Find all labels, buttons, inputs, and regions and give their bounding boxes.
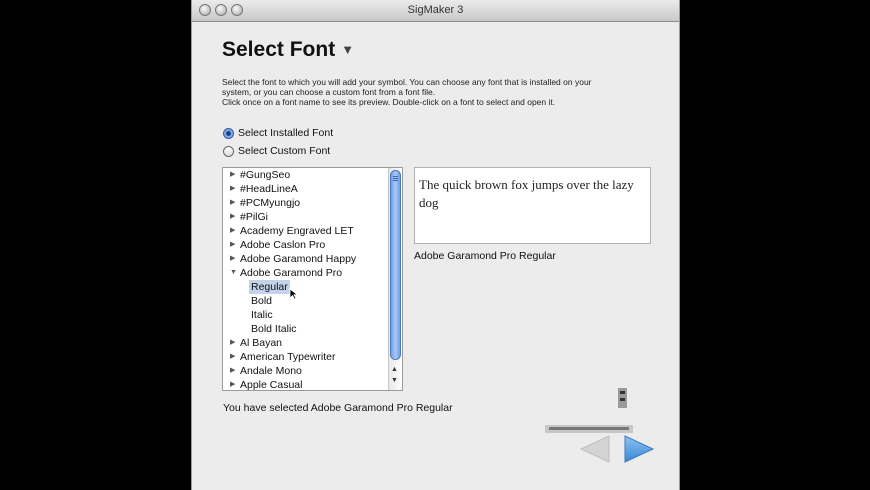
- custom-font-radio[interactable]: [223, 145, 234, 157]
- font-preview-box: The quick brown fox jumps over the lazy …: [414, 167, 651, 244]
- artifact-mark: [618, 388, 627, 408]
- font-family-item[interactable]: ▶ #PCMyungjo: [223, 196, 389, 210]
- selection-status: You have selected Adobe Garamond Pro Reg…: [223, 402, 453, 414]
- font-style-item[interactable]: Regular: [223, 280, 389, 294]
- scrollbar-thumb[interactable]: [390, 170, 401, 360]
- font-item-label: Adobe Garamond Happy: [240, 253, 357, 265]
- disclosure-closed-icon[interactable]: ▶: [230, 182, 235, 196]
- triangle-down-icon[interactable]: ▼: [341, 42, 354, 57]
- page-title: Select Font: [222, 38, 336, 61]
- font-list-rows: ▶ #GungSeo ▶ #HeadLineA ▶ #PCMyungjo ▶ #PilGi ▶ A…: [223, 168, 389, 391]
- font-item-label: Italic: [251, 309, 273, 321]
- custom-font-label: Select Custom Font: [238, 145, 331, 157]
- font-item-label: Bold: [251, 295, 273, 307]
- disclosure-closed-icon[interactable]: ▶: [230, 210, 235, 224]
- installed-font-radio[interactable]: [223, 127, 234, 139]
- font-family-item[interactable]: ▶ #GungSeo: [223, 168, 389, 182]
- preview-font-name: Adobe Garamond Pro Regular: [414, 250, 556, 262]
- font-family-item[interactable]: ▶ Andale Mono: [223, 364, 389, 378]
- font-family-item[interactable]: ▶ Al Bayan: [223, 336, 389, 350]
- mouse-pointer-icon: [289, 288, 299, 300]
- font-family-item[interactable]: ▶ Apple Casual: [223, 378, 389, 391]
- font-item-label: Adobe Garamond Pro: [240, 267, 343, 279]
- window-title: SigMaker 3: [407, 4, 464, 16]
- arrow-right-icon[interactable]: [622, 434, 656, 464]
- font-family-item[interactable]: ▶ #PilGi: [223, 210, 389, 224]
- font-style-item[interactable]: Bold: [223, 294, 389, 308]
- scroll-down-icon[interactable]: ▼: [391, 377, 398, 384]
- font-list[interactable]: ▶ #GungSeo ▶ #HeadLineA ▶ #PCMyungjo ▶ #PilGi ▶ A…: [222, 167, 403, 391]
- font-style-item[interactable]: Italic: [223, 308, 389, 322]
- disclosure-closed-icon[interactable]: ▶: [230, 168, 235, 182]
- artifact-label-blur: [545, 425, 633, 433]
- instructions-line-3: Click once on a font name to see its pre…: [222, 97, 556, 107]
- disclosure-closed-icon[interactable]: ▶: [230, 238, 235, 252]
- font-item-label: American Typewriter: [240, 351, 336, 363]
- disclosure-closed-icon[interactable]: ▶: [230, 196, 235, 210]
- font-style-item[interactable]: Bold Italic: [223, 322, 389, 336]
- custom-font-option[interactable]: Select Custom Font: [223, 144, 330, 158]
- font-family-item[interactable]: ▶ American Typewriter: [223, 350, 389, 364]
- font-family-item[interactable]: ▶ Academy Engraved LET: [223, 224, 389, 238]
- preview-sample-text: The quick brown fox jumps over the lazy …: [419, 177, 634, 210]
- font-item-label: #PilGi: [240, 211, 269, 223]
- font-item-label: Regular: [249, 280, 290, 294]
- font-item-label: Andale Mono: [240, 365, 302, 377]
- disclosure-closed-icon[interactable]: ▶: [230, 378, 235, 390]
- font-item-label: #HeadLineA: [240, 183, 298, 195]
- disclosure-closed-icon[interactable]: ▶: [230, 364, 235, 378]
- installed-font-option[interactable]: Select Installed Font: [223, 126, 333, 140]
- scroll-up-icon[interactable]: ▲: [391, 366, 398, 373]
- font-list-scrollbar[interactable]: ▲ ▼: [388, 168, 402, 390]
- font-family-item[interactable]: ▶ #HeadLineA: [223, 182, 389, 196]
- sigmaker-window: SigMaker 3 Select Font ▼ Select the font …: [191, 0, 680, 490]
- font-item-label: Bold Italic: [251, 323, 297, 335]
- disclosure-closed-icon[interactable]: ▶: [230, 336, 235, 350]
- title-bar[interactable]: SigMaker 3: [192, 0, 679, 22]
- instructions-line-2: system, or you can choose a custom font …: [222, 87, 436, 97]
- disclosure-open-icon[interactable]: ▼: [230, 266, 237, 280]
- page-title-container[interactable]: Select Font ▼: [222, 38, 354, 62]
- font-family-item[interactable]: ▶ Adobe Caslon Pro: [223, 238, 389, 252]
- disclosure-closed-icon[interactable]: ▶: [230, 252, 235, 266]
- font-item-label: #GungSeo: [240, 169, 291, 181]
- font-item-label: Apple Casual: [240, 379, 303, 391]
- font-family-item[interactable]: ▶ Adobe Garamond Happy: [223, 252, 389, 266]
- disclosure-closed-icon[interactable]: ▶: [230, 350, 235, 364]
- font-item-label: #PCMyungjo: [240, 197, 301, 209]
- instructions-line-1: Select the font to which you will add yo…: [222, 77, 592, 87]
- disclosure-closed-icon[interactable]: ▶: [230, 224, 235, 238]
- font-family-item[interactable]: ▼ Adobe Garamond Pro: [223, 266, 389, 280]
- font-item-label: Adobe Caslon Pro: [240, 239, 326, 251]
- installed-font-label: Select Installed Font: [238, 127, 334, 139]
- font-item-label: Al Bayan: [240, 337, 283, 349]
- arrow-left-icon[interactable]: [578, 434, 612, 464]
- font-item-label: Academy Engraved LET: [240, 225, 354, 237]
